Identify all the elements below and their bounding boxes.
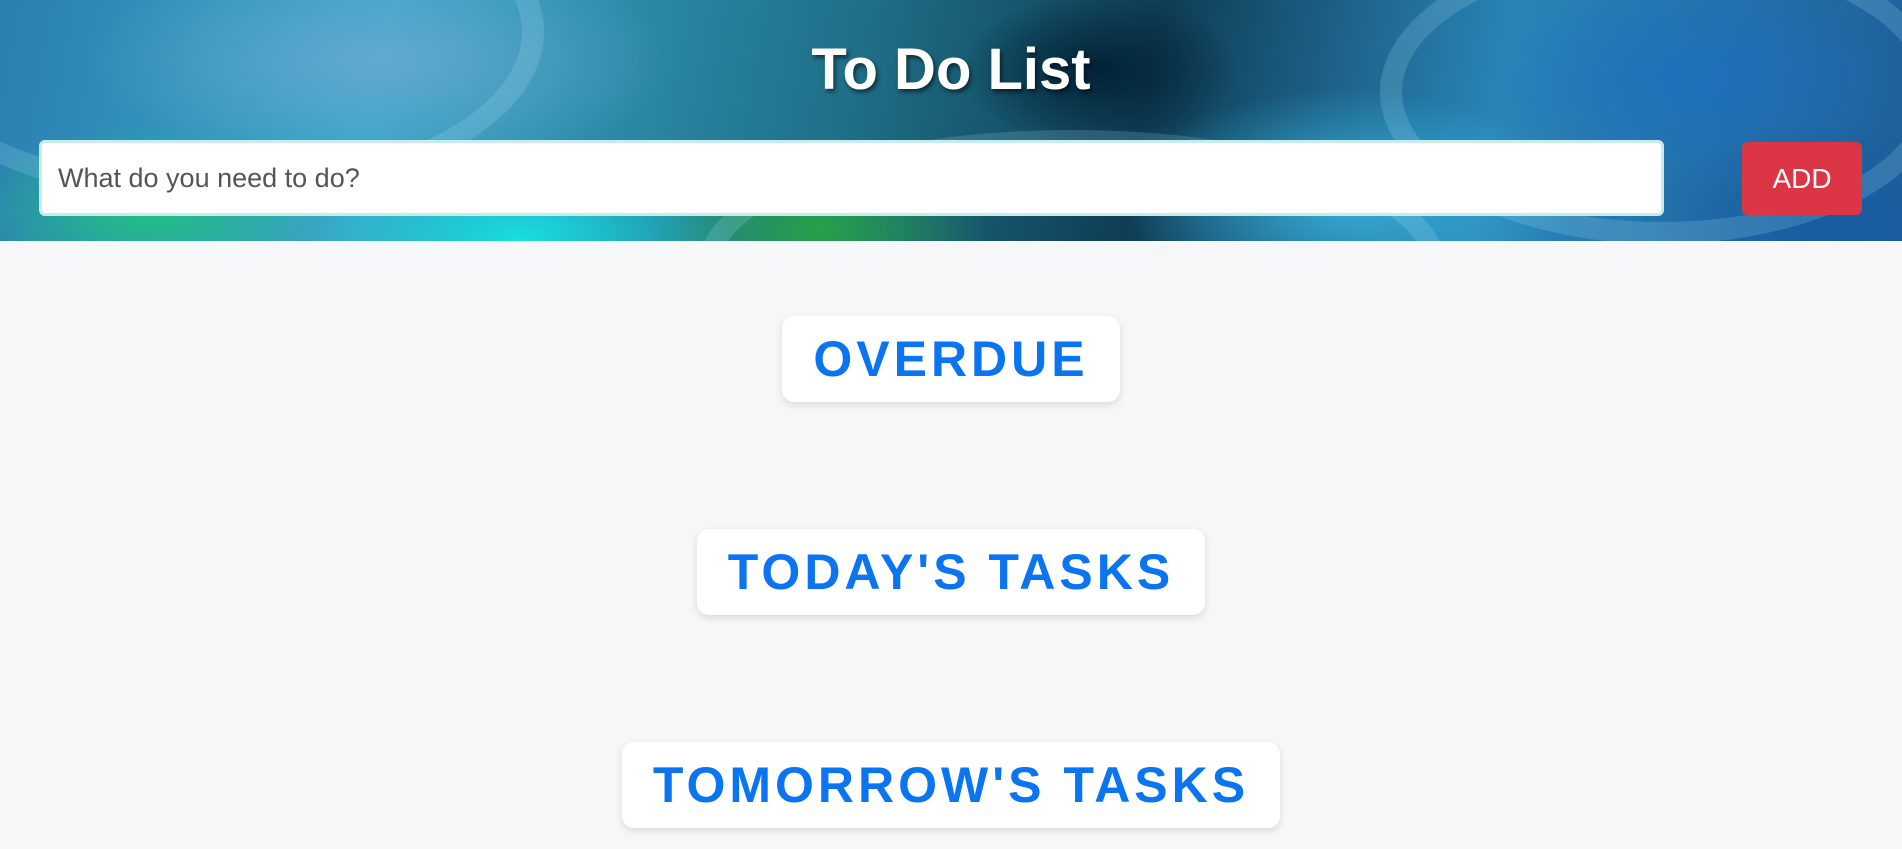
section-heading-overdue: OVERDUE bbox=[782, 316, 1120, 402]
header-banner: To Do List ADD bbox=[0, 0, 1902, 241]
page-title: To Do List bbox=[811, 37, 1091, 102]
add-task-button[interactable]: ADD bbox=[1742, 142, 1862, 215]
new-task-input[interactable] bbox=[39, 140, 1664, 216]
section-overdue: OVERDUE bbox=[0, 316, 1902, 402]
section-tomorrow: TOMORROW'S TASKS bbox=[0, 742, 1902, 828]
section-today: TODAY'S TASKS bbox=[0, 529, 1902, 615]
section-heading-today: TODAY'S TASKS bbox=[696, 529, 1206, 615]
section-heading-tomorrow: TOMORROW'S TASKS bbox=[621, 742, 1281, 828]
